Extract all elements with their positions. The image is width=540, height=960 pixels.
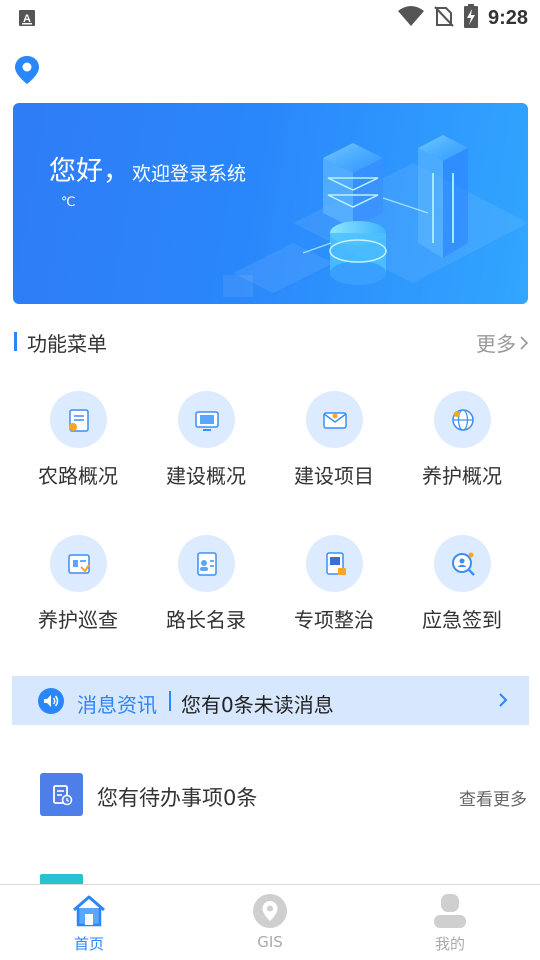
bottom-tab-bar: 首页 GIS 我的 <box>0 884 540 960</box>
tab-gis[interactable]: GIS <box>210 893 330 955</box>
home-screen: A 9:28 您好， 欢迎登录系统 ℃ 功能菜单 更多 农路概况 建设概况 建设… <box>0 0 540 960</box>
menu-section-title: 功能菜单 <box>27 332 107 356</box>
news-bar[interactable]: 消息资讯 您有0条未读消息 <box>12 676 529 725</box>
more-link-label: 更多 <box>476 332 516 356</box>
welcome-banner: 您好， 欢迎登录系统 ℃ <box>13 103 528 304</box>
todo-document-icon <box>40 773 83 816</box>
menu-item-label: 农路概况 <box>38 464 118 488</box>
chevron-right-icon <box>520 331 529 355</box>
menu-item-maintenance-overview[interactable]: 养护概况 <box>398 388 526 498</box>
tab-label: GIS <box>257 933 283 951</box>
wifi-icon <box>397 5 424 31</box>
tab-label: 我的 <box>434 935 465 953</box>
tab-label: 首页 <box>73 935 104 953</box>
tab-mine[interactable]: 我的 <box>390 893 510 955</box>
contacts-icon <box>178 535 235 592</box>
no-sim-icon <box>434 5 454 31</box>
menu-item-construction-overview[interactable]: 建设概况 <box>142 388 270 498</box>
temperature-text: ℃ <box>61 195 76 210</box>
status-bar: A 9:28 <box>0 0 540 36</box>
report-icon <box>306 535 363 592</box>
monitor-icon <box>178 391 235 448</box>
menu-section-header: 功能菜单 更多 <box>14 326 530 356</box>
menu-item-road-overview[interactable]: 农路概况 <box>14 388 142 498</box>
news-separator <box>169 691 171 711</box>
mail-icon <box>306 391 363 448</box>
more-link[interactable]: 更多 <box>476 328 529 357</box>
tab-home[interactable]: 首页 <box>29 893 149 955</box>
home-icon <box>71 893 107 929</box>
greeting-text: 您好， <box>49 156 130 187</box>
id-card-icon <box>50 535 107 592</box>
menu-item-label: 应急签到 <box>422 608 502 632</box>
menu-item-label: 专项整治 <box>294 608 374 632</box>
app-notification-icon: A <box>18 9 36 27</box>
banner-illustration <box>213 103 528 304</box>
menu-item-label: 养护概况 <box>422 464 502 488</box>
status-time: 9:28 <box>487 6 528 29</box>
menu-item-maintenance-patrol[interactable]: 养护巡查 <box>14 532 142 642</box>
document-icon <box>50 391 107 448</box>
menu-item-label: 建设概况 <box>166 464 246 488</box>
menu-item-road-chief-list[interactable]: 路长名录 <box>142 532 270 642</box>
menu-item-label: 建设项目 <box>294 464 374 488</box>
speaker-icon <box>38 688 64 714</box>
menu-item-special-rectification[interactable]: 专项整治 <box>270 532 398 642</box>
chevron-right-icon <box>497 692 509 708</box>
menu-item-label: 养护巡查 <box>38 608 118 632</box>
view-more-link[interactable]: 查看更多 <box>459 785 527 810</box>
todo-text: 您有待办事项0条 <box>97 786 258 810</box>
section-accent-bar <box>14 332 17 351</box>
news-title: 消息资讯 <box>77 693 157 717</box>
menu-item-construction-projects[interactable]: 建设项目 <box>270 388 398 498</box>
search-person-icon <box>434 535 491 592</box>
location-icon[interactable] <box>14 55 40 85</box>
todo-row[interactable]: 您有待办事项0条 查看更多 <box>40 773 530 817</box>
user-icon <box>432 893 468 929</box>
next-card-icon <box>40 874 83 884</box>
globe-icon <box>434 391 491 448</box>
news-message: 您有0条未读消息 <box>181 693 334 717</box>
map-pin-icon <box>252 893 288 929</box>
battery-charging-icon <box>463 4 478 32</box>
menu-item-emergency-checkin[interactable]: 应急签到 <box>398 532 526 642</box>
menu-item-label: 路长名录 <box>166 608 246 632</box>
